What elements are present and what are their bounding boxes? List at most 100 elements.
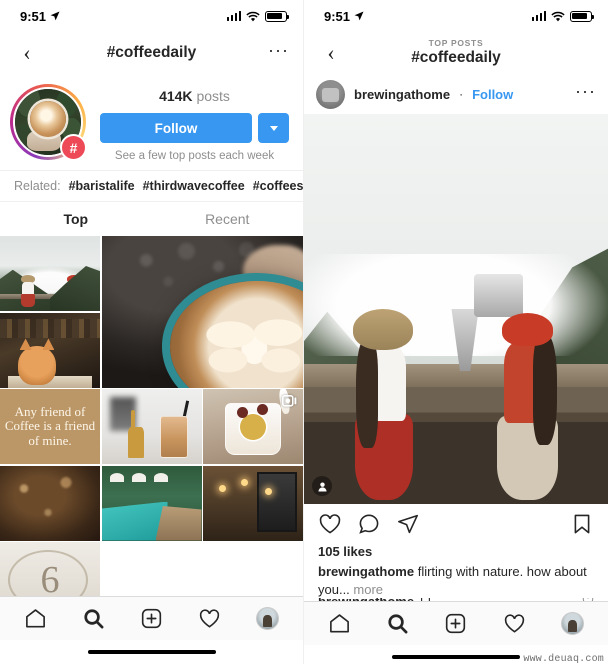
avatar[interactable]: # <box>10 84 87 161</box>
share-button[interactable] <box>396 512 420 536</box>
follow-row: Follow <box>100 113 289 143</box>
nav-title-wrap: TOP POSTS #coffeedaily <box>304 32 608 74</box>
post-photo[interactable] <box>304 114 608 504</box>
post-header: brewingathome · Follow ··· <box>304 74 608 114</box>
photo-warm-bokeh <box>0 465 100 541</box>
tab-recent[interactable]: Recent <box>152 202 304 236</box>
tab-create[interactable] <box>140 607 163 630</box>
tile-cat-books[interactable] <box>0 312 100 388</box>
post-options-icon[interactable]: ··· <box>575 82 596 102</box>
hashtag-profile-block: # 414K posts Follow See a few top posts … <box>0 74 303 170</box>
related-tag-2[interactable]: #thirdwavecoffee <box>143 179 245 193</box>
related-tag-1[interactable]: #baristalife <box>69 179 135 193</box>
rosetta-pattern <box>190 297 303 388</box>
nav-eyebrow: TOP POSTS <box>428 38 484 49</box>
deck-rail <box>0 293 100 299</box>
likes-count: 105 likes <box>318 544 373 559</box>
nav-bar-right: ‹ TOP POSTS #coffeedaily <box>304 32 608 74</box>
left-phone-screen: 9:51 ‹ #coffeedaily ··· # 414K posts Fol… <box>0 0 304 664</box>
status-bar-left: 9:51 <box>0 0 303 32</box>
post-actions <box>304 504 608 544</box>
bottom-tab-bar-right <box>304 601 608 646</box>
follow-options-button[interactable] <box>258 113 289 143</box>
post-caption: brewingathome flirting with nature. how … <box>304 561 608 598</box>
bottom-tab-bar-left <box>0 596 303 640</box>
person-left <box>352 309 414 500</box>
home-indicator-wrap-left <box>0 640 303 664</box>
separator-dot: · <box>459 87 464 101</box>
umbrella-3 <box>153 473 168 482</box>
home-indicator-wrap-right: www.deuaq.com <box>304 645 608 664</box>
kettle <box>474 273 523 317</box>
tab-top[interactable]: Top <box>0 202 152 236</box>
related-hashtags-row[interactable]: Related: #baristalife #thirdwavecoffee #… <box>0 170 303 202</box>
nav-bar-left: ‹ #coffeedaily ··· <box>0 32 303 74</box>
tab-activity[interactable] <box>198 607 221 630</box>
like-button[interactable] <box>318 512 342 536</box>
tab-home[interactable] <box>328 612 351 635</box>
tile-iced-coffee-giraffe[interactable] <box>101 389 202 464</box>
caption-username[interactable]: brewingathome <box>318 564 414 579</box>
nav-title-wrap: #coffeedaily <box>0 32 303 74</box>
watermark: www.deuaq.com <box>523 654 604 664</box>
tab-create[interactable] <box>444 612 467 635</box>
ellipsis-icon[interactable]: ··· <box>268 41 289 61</box>
chevron-down-icon <box>269 125 278 131</box>
tile-latte-art[interactable] <box>101 236 303 388</box>
status-bar-right: 9:51 <box>304 0 608 32</box>
tab-profile[interactable] <box>256 607 280 630</box>
bulb-1 <box>219 485 226 492</box>
berry-1 <box>237 407 248 418</box>
profile-note: See a few top posts each week <box>114 150 275 162</box>
tab-search[interactable] <box>82 607 105 630</box>
tab-home[interactable] <box>24 607 47 630</box>
home-indicator[interactable] <box>87 649 216 655</box>
wifi-icon <box>551 11 565 22</box>
tile-warm-bokeh[interactable] <box>0 465 100 541</box>
tile-coffee-quote[interactable]: Any friend of Coffee is a friend of mine… <box>0 389 100 464</box>
follow-button[interactable]: Follow <box>100 113 252 143</box>
carousel-icon <box>282 395 297 409</box>
hashtag-badge: # <box>60 134 87 161</box>
post-count: 414K posts <box>100 88 289 104</box>
umbrella-2 <box>131 473 146 482</box>
photo-latte <box>101 236 303 388</box>
tab-activity[interactable] <box>503 612 526 635</box>
person-right <box>496 312 560 500</box>
number-text: 6 <box>40 558 60 597</box>
back-button[interactable]: ‹ <box>14 40 40 66</box>
post-avatar[interactable] <box>316 79 345 109</box>
battery-icon <box>265 10 290 22</box>
deck-floor <box>304 387 608 504</box>
post-follow-link[interactable]: Follow <box>472 87 513 102</box>
post-username[interactable]: brewingathome <box>354 87 450 102</box>
berry-2 <box>257 404 268 415</box>
home-indicator[interactable] <box>392 654 520 660</box>
figure-left <box>20 275 36 308</box>
related-tag-3[interactable]: #coffeesho <box>253 179 303 193</box>
tile-number-six[interactable]: 6 <box>0 542 100 596</box>
related-label: Related: <box>14 179 61 193</box>
photo-iced-coffee <box>101 389 202 464</box>
tile-cafe-interior[interactable] <box>203 465 303 541</box>
giraffe-figurine <box>127 410 144 458</box>
status-left: 9:51 <box>324 9 364 24</box>
right-phone-screen: 9:51 ‹ TOP POSTS #coffeedaily brewingath… <box>304 0 608 664</box>
tile-dessert-jar[interactable] <box>203 389 303 464</box>
back-button[interactable]: ‹ <box>318 40 344 66</box>
status-left: 9:51 <box>20 9 60 24</box>
person-tag-icon[interactable] <box>312 476 332 496</box>
page-title: #coffeedaily <box>106 44 197 62</box>
caption-more-link[interactable]: more <box>353 582 383 597</box>
post-count-label: posts <box>196 88 230 104</box>
save-button[interactable] <box>570 512 594 536</box>
tab-search[interactable] <box>386 612 409 635</box>
battery-icon <box>570 10 595 22</box>
status-right <box>531 10 595 22</box>
tile-poolside[interactable] <box>101 465 202 541</box>
tile-mountains-coffee[interactable] <box>0 236 100 311</box>
bulb-3 <box>265 488 272 495</box>
photo-mountains <box>0 236 100 311</box>
comment-button[interactable] <box>357 512 381 536</box>
tab-profile[interactable] <box>561 612 585 636</box>
